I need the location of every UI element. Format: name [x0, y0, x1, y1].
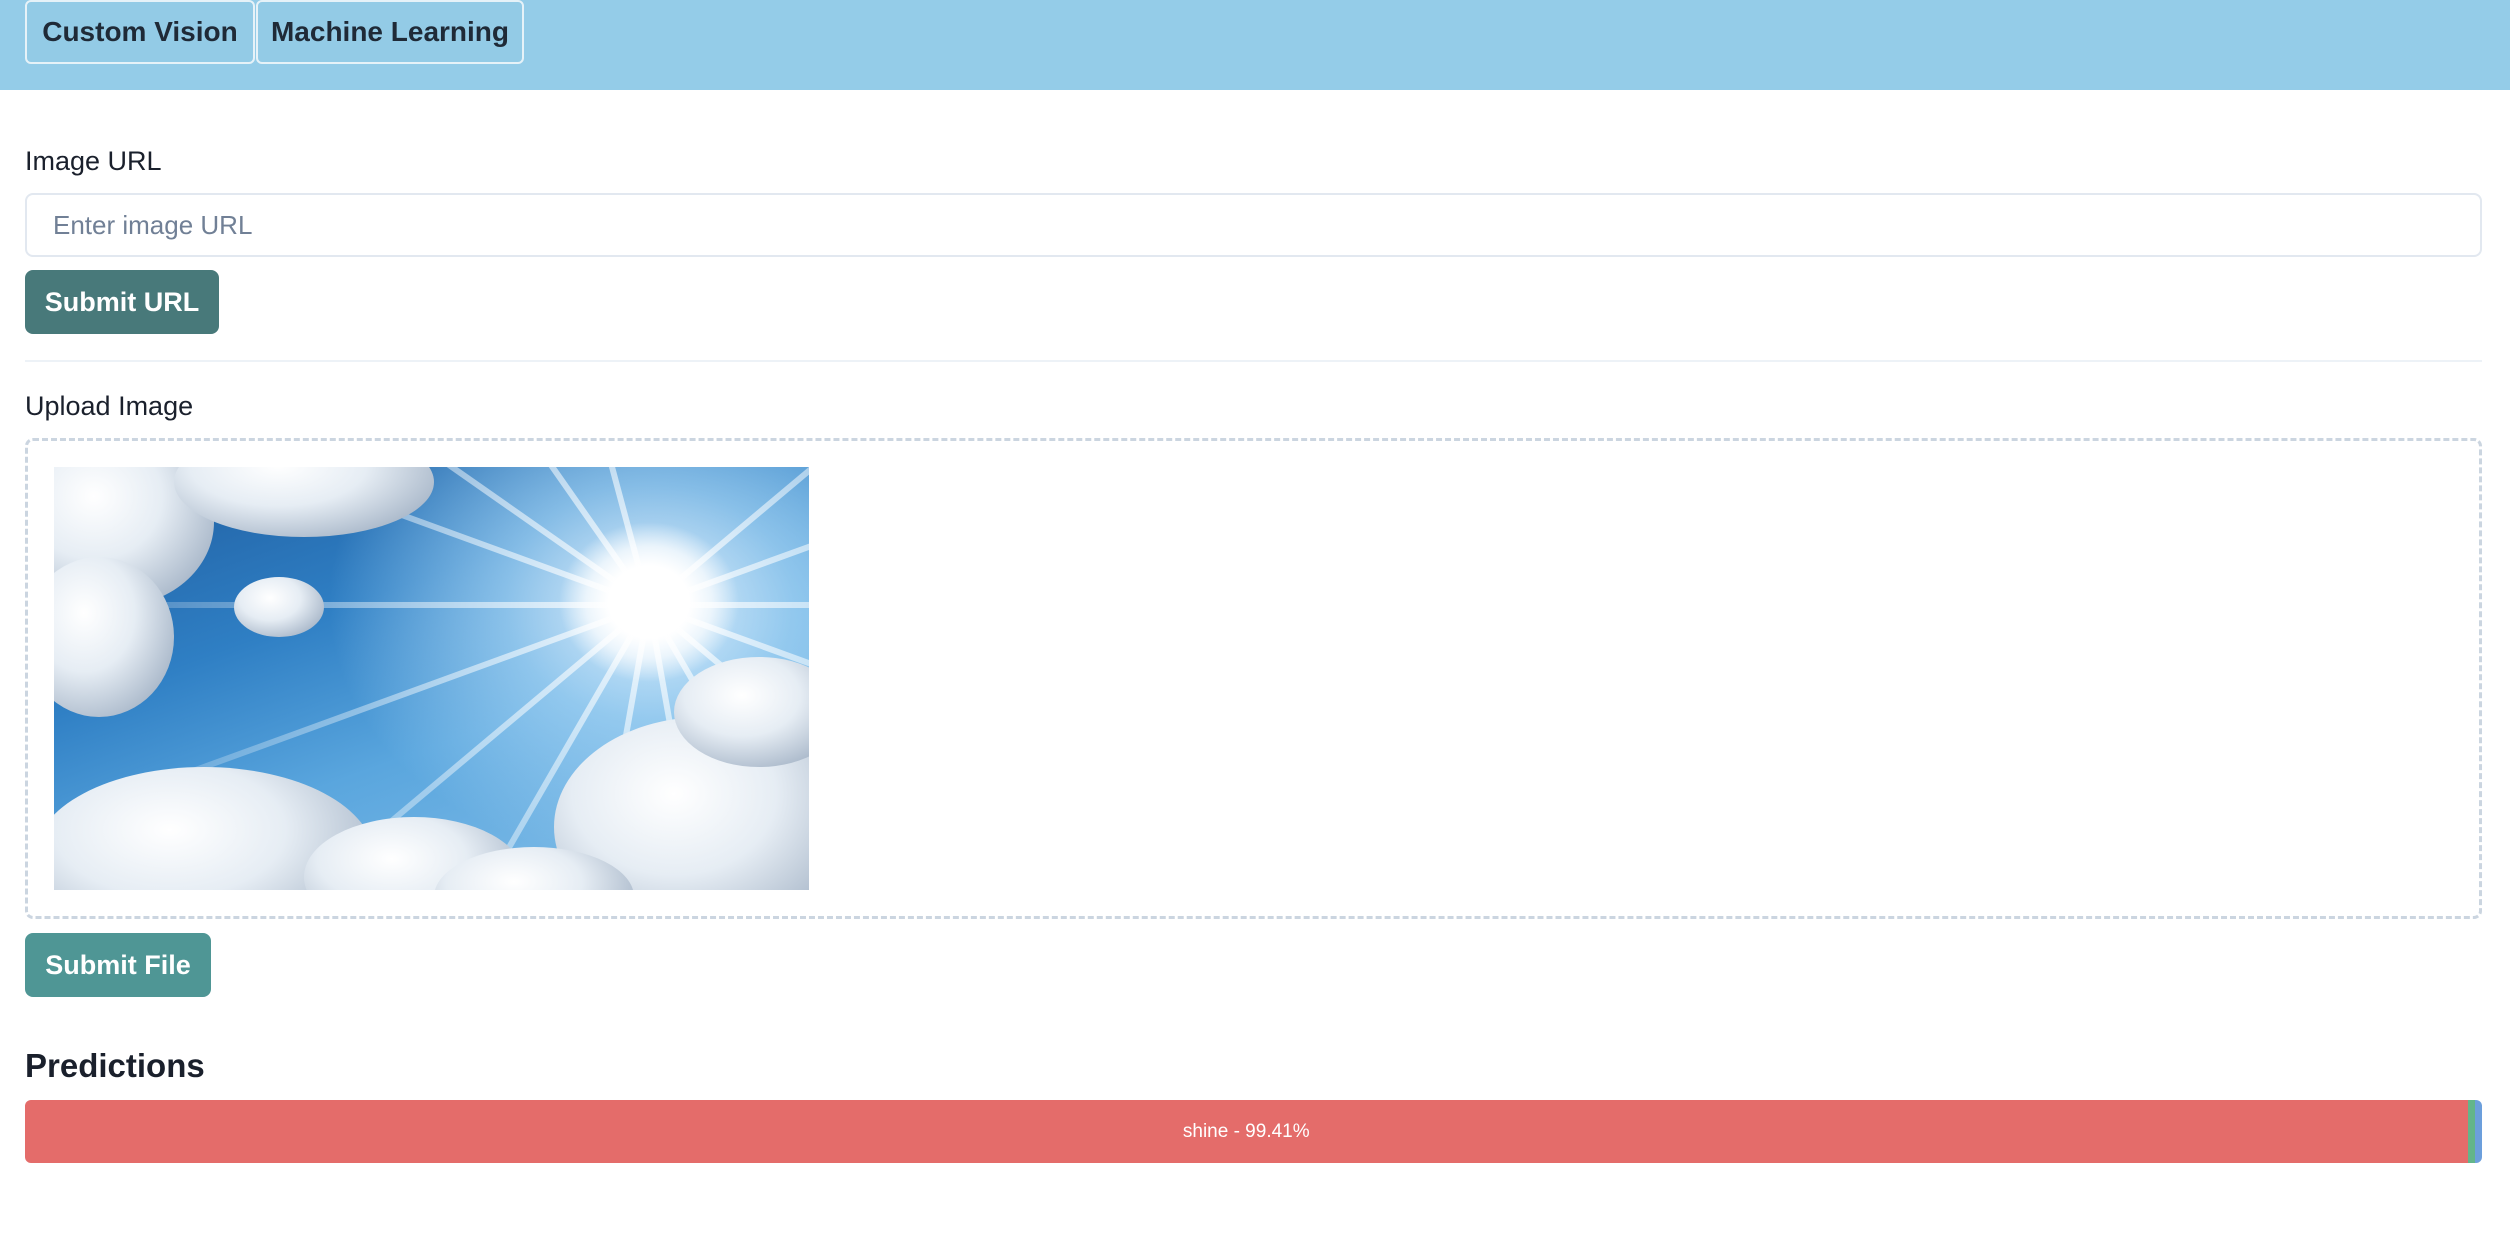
- submit-file-button[interactable]: Submit File: [25, 933, 211, 997]
- image-url-input[interactable]: [25, 193, 2482, 257]
- prediction-segment-3: [2474, 1100, 2482, 1163]
- uploaded-image-preview: [54, 467, 809, 890]
- prediction-segment-shine: shine - 99.41%: [25, 1100, 2468, 1163]
- top-nav-bar: Custom Vision Machine Learning: [0, 0, 2510, 90]
- image-url-label: Image URL: [25, 146, 162, 176]
- upload-image-label: Upload Image: [25, 391, 194, 421]
- section-divider: [25, 360, 2482, 362]
- tab-custom-vision[interactable]: Custom Vision: [25, 0, 255, 64]
- submit-url-button[interactable]: Submit URL: [25, 270, 219, 334]
- tab-machine-learning[interactable]: Machine Learning: [256, 0, 524, 64]
- predictions-bar: shine - 99.41%: [25, 1100, 2482, 1163]
- predictions-heading: Predictions: [25, 1047, 205, 1084]
- prediction-segment-2: [2467, 1100, 2475, 1163]
